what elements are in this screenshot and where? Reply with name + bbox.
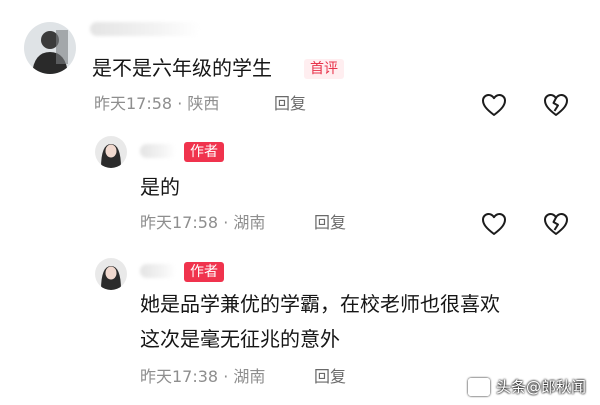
author-badge: 作者 xyxy=(184,142,224,162)
meta-separator: · xyxy=(172,94,188,113)
comment-location: 陕西 xyxy=(187,94,220,113)
reply-button[interactable]: 回复 xyxy=(314,367,346,387)
comment-text-line: 这次是毫无征兆的意外 xyxy=(140,327,340,351)
author-name[interactable] xyxy=(140,264,176,278)
commenter-name[interactable] xyxy=(90,22,200,36)
dislike-button[interactable] xyxy=(542,91,570,119)
meta-separator: · xyxy=(218,213,234,232)
comment-time: 昨天17:58 xyxy=(94,94,173,113)
author-name[interactable] xyxy=(140,144,176,158)
like-icon xyxy=(482,94,506,116)
comment-text: 是的 xyxy=(140,175,180,199)
commenter-avatar[interactable] xyxy=(24,22,76,74)
avatar-image xyxy=(24,22,76,74)
comment-location: 湖南 xyxy=(233,213,266,232)
avatar-image xyxy=(95,136,127,168)
comment-time: 昨天17:38 xyxy=(140,367,219,386)
comment-text: 是不是六年级的学生 xyxy=(92,56,272,80)
comment-text-line: 她是品学兼优的学霸，在校老师也很喜欢 xyxy=(140,292,500,316)
author-badge: 作者 xyxy=(184,262,224,282)
avatar-image xyxy=(95,258,127,290)
like-icon xyxy=(482,213,506,235)
author-avatar[interactable] xyxy=(95,136,127,168)
comment-location: 湖南 xyxy=(233,367,266,386)
reply-button[interactable]: 回复 xyxy=(314,213,346,233)
dislike-icon xyxy=(544,94,568,116)
comment-time: 昨天17:58 xyxy=(140,213,219,232)
watermark-logo-icon xyxy=(467,377,490,396)
watermark-text: 头条@郎秋闻 xyxy=(495,378,586,396)
author-avatar[interactable] xyxy=(95,258,127,290)
comment-meta: 昨天17:58 · 湖南 xyxy=(140,213,265,233)
reply-button[interactable]: 回复 xyxy=(274,94,306,114)
comment-meta: 昨天17:58 · 陕西 xyxy=(94,94,219,114)
dislike-button[interactable] xyxy=(542,210,570,238)
like-button[interactable] xyxy=(480,210,508,238)
like-button[interactable] xyxy=(480,91,508,119)
meta-separator: · xyxy=(218,367,234,386)
first-comment-badge: 首评 xyxy=(304,59,344,79)
dislike-icon xyxy=(544,213,568,235)
comment-meta: 昨天17:38 · 湖南 xyxy=(140,367,265,387)
watermark: 头条@郎秋闻 xyxy=(467,376,586,397)
